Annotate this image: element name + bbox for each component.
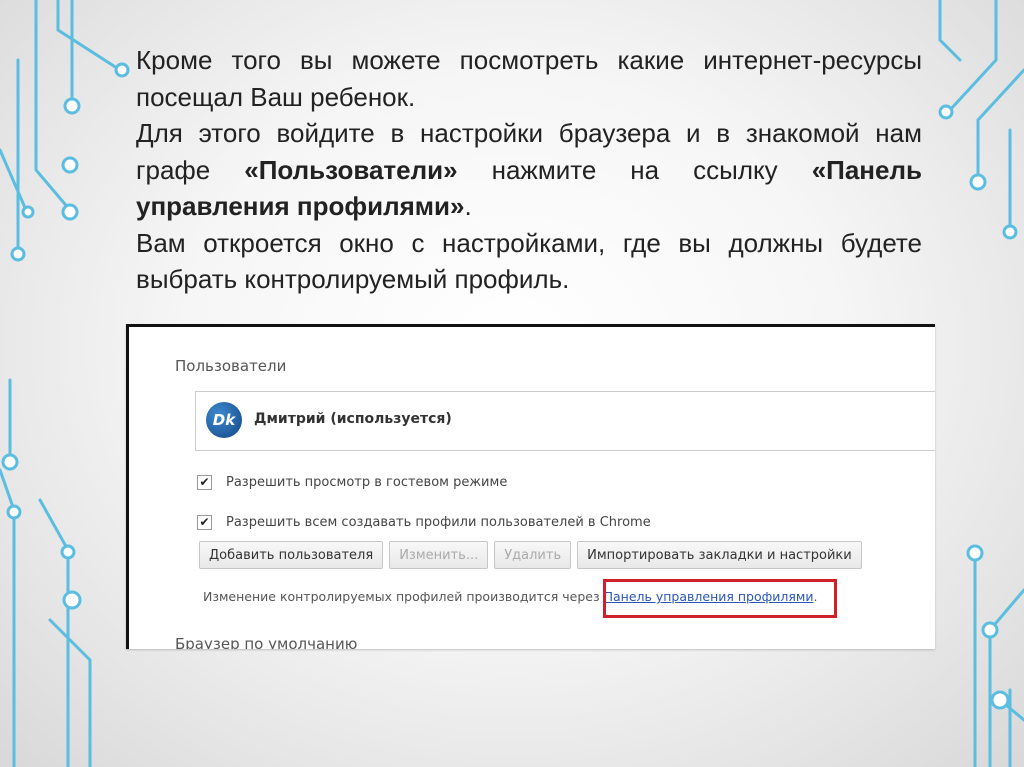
user-avatar-icon: Dk <box>206 402 242 438</box>
allow-profiles-label: Разрешить всем создавать профили пользов… <box>226 514 651 530</box>
allow-profiles-option[interactable]: ✔ Разрешить всем создавать профили польз… <box>197 513 651 531</box>
user-name[interactable]: Дмитрий (используется) <box>254 411 452 427</box>
slide-text: Кроме того вы можете посмотреть какие ин… <box>136 42 922 298</box>
paragraph-2-part-2: нажмите на ссылку <box>457 154 812 185</box>
paragraph-1: Кроме того вы можете посмотреть какие ин… <box>136 45 922 112</box>
paragraph-2: Для этого войдите в настройки браузера и… <box>136 115 922 225</box>
section-title-users: Пользователи <box>175 357 287 375</box>
import-bookmarks-button[interactable]: Импортировать закладки и настройки <box>577 541 862 569</box>
delete-user-button[interactable]: Удалить <box>494 541 572 569</box>
add-user-button[interactable]: Добавить пользователя <box>199 541 384 569</box>
supervised-profiles-text: Изменение контролируемых профилей произв… <box>203 589 604 604</box>
edit-user-button[interactable]: Изменить... <box>389 541 489 569</box>
user-list[interactable]: Dk Дмитрий (используется) <box>195 391 935 451</box>
allow-profiles-checkbox[interactable]: ✔ <box>197 514 212 530</box>
chrome-settings-screenshot: Пользователи Dk Дмитрий (используется) ✔… <box>126 324 935 649</box>
users-section-mention: «Пользователи» <box>244 154 458 185</box>
paragraph-3: Вам откроется окно с настройками, где вы… <box>136 227 922 295</box>
guest-mode-option[interactable]: ✔ Разрешить просмотр в гостевом режиме <box>197 473 507 491</box>
section-title-default-browser: Браузер по умолчанию <box>175 635 358 649</box>
guest-mode-checkbox[interactable]: ✔ <box>197 474 212 490</box>
user-buttons: Добавить пользователя Изменить... Удалит… <box>199 541 862 569</box>
link-highlight-frame <box>603 579 837 618</box>
guest-mode-label: Разрешить просмотр в гостевом режиме <box>226 474 508 490</box>
paragraph-2-part-3: . <box>464 191 472 221</box>
